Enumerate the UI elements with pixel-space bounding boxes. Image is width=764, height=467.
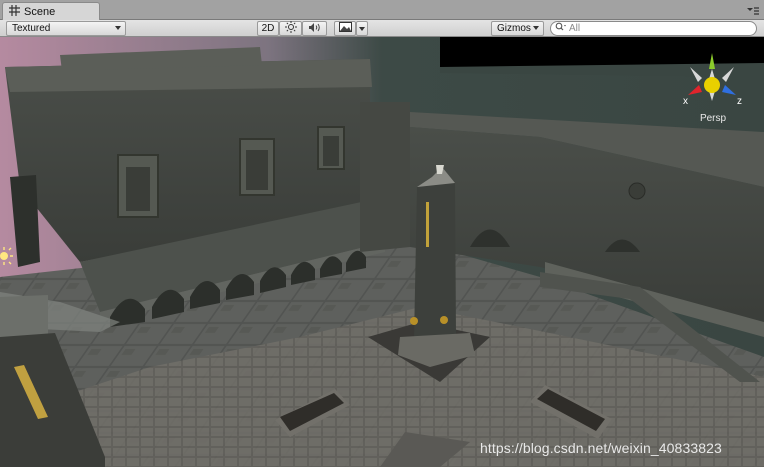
- audio-toggle-button[interactable]: [302, 21, 327, 36]
- hierarchy-search: [550, 21, 757, 36]
- axis-x-label: x: [683, 96, 688, 107]
- chevron-down-icon: [533, 26, 539, 30]
- 2d-toggle-button[interactable]: 2D: [257, 21, 279, 36]
- scene-viewport[interactable]: x z Persp https://blog.csdn.net/weixin_4…: [0, 37, 764, 467]
- axis-x-cone: [688, 85, 702, 95]
- tab-scene[interactable]: Scene: [2, 2, 100, 21]
- gizmos-dropdown[interactable]: Gizmos: [491, 21, 544, 36]
- effects-dropdown-button[interactable]: [356, 21, 368, 36]
- search-icon: [555, 22, 567, 35]
- grid-icon: [9, 5, 20, 19]
- orientation-gizmo[interactable]: x z: [680, 51, 744, 113]
- projection-label[interactable]: Persp: [691, 113, 735, 124]
- watermark-text: https://blog.csdn.net/weixin_40833823: [480, 440, 722, 456]
- effects-toggle-button[interactable]: [334, 21, 356, 36]
- light-gizmo-icon[interactable]: [0, 245, 18, 267]
- axis-z-cone: [722, 85, 736, 95]
- scene-render: [0, 37, 764, 467]
- 2d-label: 2D: [261, 23, 275, 34]
- image-icon: [338, 22, 352, 35]
- tab-bar: Scene: [0, 0, 764, 21]
- axis-z-label: z: [737, 96, 742, 107]
- gizmos-label: Gizmos: [497, 23, 531, 34]
- scene-toolbar: Textured 2D Gizmos: [0, 20, 764, 37]
- axis-y-cone: [709, 53, 715, 69]
- render-mode-dropdown[interactable]: Textured: [6, 21, 126, 36]
- chevron-down-icon: [115, 26, 121, 30]
- lighting-toggle-button[interactable]: [279, 21, 302, 36]
- panel-menu-icon[interactable]: [746, 5, 760, 17]
- speaker-icon: [308, 22, 322, 36]
- render-mode-label: Textured: [12, 23, 51, 34]
- chevron-down-icon: [359, 26, 365, 31]
- sun-icon: [284, 21, 297, 36]
- search-input[interactable]: [569, 23, 749, 34]
- tab-title: Scene: [24, 6, 56, 18]
